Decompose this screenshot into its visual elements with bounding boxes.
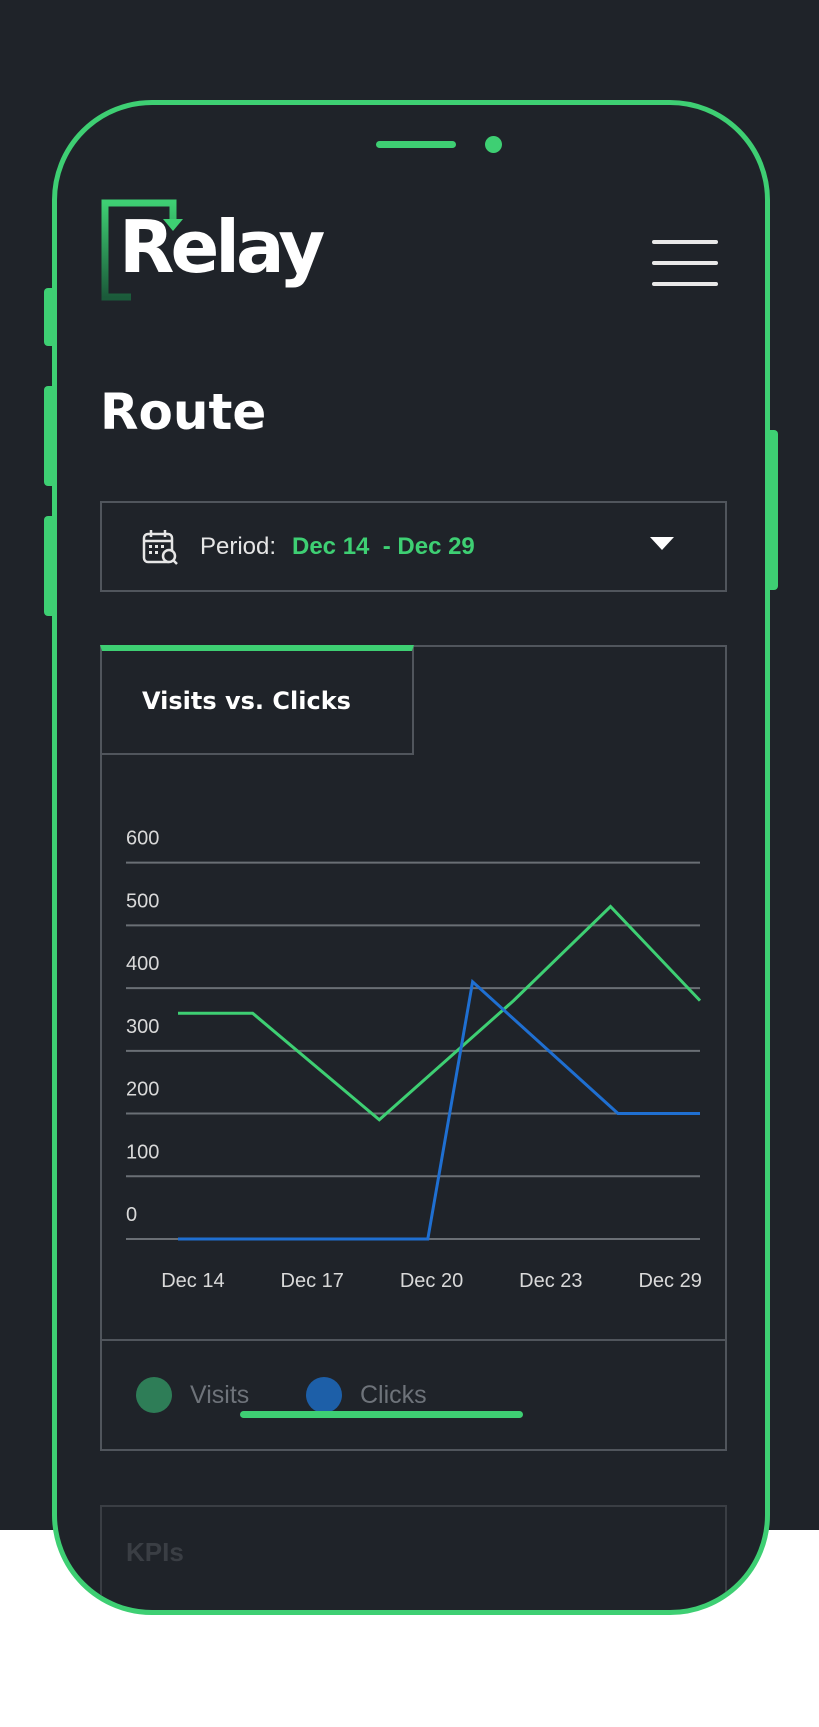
y-tick-label: 200 <box>126 1079 159 1101</box>
x-tick-label: Dec 17 <box>281 1270 344 1292</box>
kpis-card: KPIs <box>100 1505 727 1610</box>
x-tick-label: Dec 20 <box>400 1270 463 1292</box>
y-tick-label: 300 <box>126 1016 159 1038</box>
x-tick-label: Dec 14 <box>161 1270 224 1292</box>
calendar-icon <box>142 530 178 565</box>
y-tick-label: 400 <box>126 953 159 975</box>
phone-camera <box>485 136 502 153</box>
chart-card: Visits vs. Clicks 600 500 400 300 200 100 0 Dec… <box>100 645 727 1451</box>
series-line-clicks <box>178 978 700 1241</box>
chart-legend: Visits Clicks <box>102 1339 725 1451</box>
legend-label-clicks: Clicks <box>360 1381 427 1409</box>
series-line-visits <box>178 904 702 1122</box>
y-tick-label: 600 <box>126 828 159 850</box>
page-title: Route <box>100 383 267 441</box>
x-tick-label: Dec 23 <box>519 1270 582 1292</box>
kpis-label: KPIs <box>126 1537 184 1567</box>
legend-label-visits: Visits <box>190 1381 250 1409</box>
logo-text: Relay <box>119 205 325 289</box>
phone-speaker <box>376 141 456 148</box>
relay-logo[interactable]: Relay <box>101 199 325 309</box>
phone-frame: Relay Route Period: Dec 14 - Dec 29 Visi… <box>52 100 770 1615</box>
period-value: Dec 14 - Dec 29 <box>292 533 475 560</box>
legend-swatch-visits <box>136 1377 172 1413</box>
x-tick-label: Dec 29 <box>638 1270 701 1292</box>
caret-down-icon <box>650 537 674 550</box>
y-tick-label: 500 <box>126 890 159 912</box>
hamburger-menu-icon[interactable] <box>652 240 718 288</box>
home-indicator[interactable] <box>240 1411 523 1418</box>
period-selector[interactable]: Period: Dec 14 - Dec 29 <box>100 501 727 592</box>
legend-swatch-clicks <box>306 1377 342 1413</box>
period-label: Period: <box>200 533 277 560</box>
y-tick-label: 0 <box>126 1204 137 1226</box>
tab-label: Visits vs. Clicks <box>142 687 351 715</box>
tab-visits-vs-clicks[interactable]: Visits vs. Clicks <box>100 645 414 755</box>
line-chart: 600 500 400 300 200 100 0 Dec 14 Dec 17 Dec 20 Dec… <box>126 828 702 1292</box>
y-tick-label: 100 <box>126 1141 159 1163</box>
